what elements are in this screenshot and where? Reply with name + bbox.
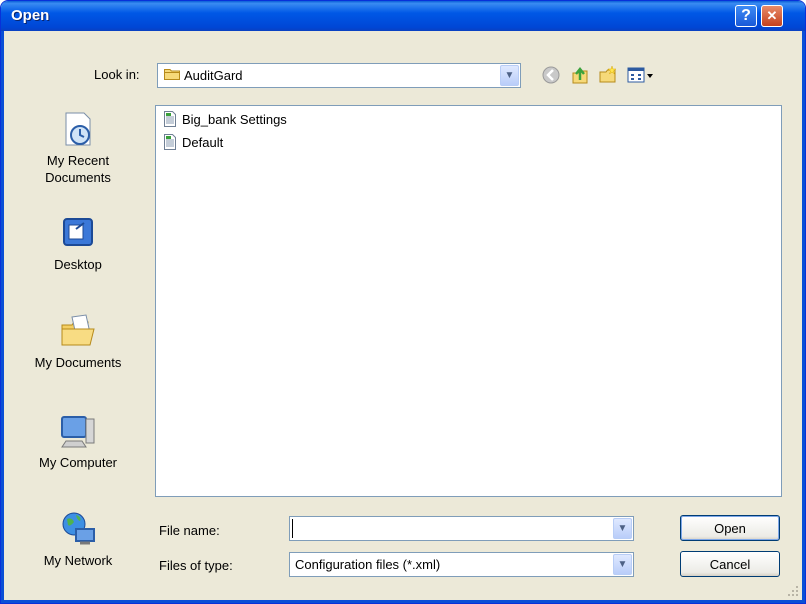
back-icon[interactable] bbox=[541, 65, 561, 85]
place-label: My Network bbox=[43, 553, 113, 568]
place-my-network[interactable]: My Network bbox=[11, 509, 145, 569]
place-my-documents[interactable]: My Documents bbox=[11, 311, 145, 371]
file-name: Default bbox=[182, 134, 224, 150]
place-label: Documents bbox=[45, 170, 111, 185]
xml-file-icon bbox=[164, 111, 176, 127]
views-menu-icon[interactable] bbox=[627, 65, 659, 85]
file-name-combo[interactable]: ▼ bbox=[289, 516, 634, 541]
place-my-recent-documents[interactable]: My Recent Documents bbox=[11, 109, 145, 186]
open-dialog: Open ? ✕ Look in: AuditGard ▼ My Recent … bbox=[0, 0, 806, 604]
file-type-dropdown-button[interactable]: ▼ bbox=[613, 554, 632, 575]
my-computer-icon bbox=[61, 416, 95, 448]
window-border-left bbox=[1, 31, 4, 603]
file-name-label: File name: bbox=[159, 523, 220, 538]
recent-documents-icon bbox=[65, 112, 91, 146]
file-type-select[interactable]: Configuration files (*.xml) ▼ bbox=[289, 552, 634, 577]
file-type-label: Files of type: bbox=[159, 558, 233, 573]
xml-file-icon bbox=[164, 134, 176, 150]
file-name-dropdown-button[interactable]: ▼ bbox=[613, 518, 632, 539]
look-in-dropdown[interactable]: AuditGard ▼ bbox=[157, 63, 521, 88]
desktop-icon bbox=[63, 218, 93, 246]
look-in-value: AuditGard bbox=[184, 68, 243, 83]
place-label: My Computer bbox=[38, 455, 118, 470]
chevron-down-icon: ▼ bbox=[617, 523, 628, 534]
close-icon: ✕ bbox=[766, 8, 778, 23]
look-in-dropdown-button[interactable]: ▼ bbox=[500, 65, 519, 86]
place-desktop[interactable]: Desktop bbox=[11, 213, 145, 273]
my-documents-icon bbox=[61, 314, 95, 346]
new-folder-icon[interactable] bbox=[598, 65, 618, 85]
list-item[interactable]: Default bbox=[162, 133, 223, 151]
window-border-bottom bbox=[1, 600, 805, 603]
file-type-value: Configuration files (*.xml) bbox=[295, 557, 441, 572]
look-in-label: Look in: bbox=[94, 67, 140, 82]
title-bar[interactable]: Open ? ✕ bbox=[1, 1, 805, 31]
file-name: Big_bank Settings bbox=[182, 111, 287, 127]
file-list[interactable]: Big_bank Settings Default bbox=[155, 105, 782, 497]
help-button[interactable]: ? bbox=[735, 5, 757, 27]
chevron-down-icon: ▼ bbox=[617, 559, 628, 570]
my-network-icon bbox=[62, 512, 95, 545]
window-border-right bbox=[802, 31, 805, 603]
resize-grip-icon[interactable] bbox=[787, 585, 799, 597]
file-name-input[interactable] bbox=[292, 519, 613, 538]
chevron-down-icon: ▼ bbox=[504, 70, 515, 81]
cancel-button[interactable]: Cancel bbox=[680, 551, 780, 577]
close-button[interactable]: ✕ bbox=[761, 5, 783, 27]
places-bar: My Recent Documents Desktop My Documents bbox=[11, 105, 145, 581]
place-label: My Recent bbox=[46, 153, 110, 168]
up-folder-icon[interactable] bbox=[570, 65, 590, 85]
open-button[interactable]: Open bbox=[680, 515, 780, 541]
place-my-computer[interactable]: My Computer bbox=[11, 411, 145, 471]
window-title: Open bbox=[11, 7, 50, 24]
place-label: My Documents bbox=[34, 355, 122, 370]
place-label: Desktop bbox=[54, 257, 102, 272]
list-item[interactable]: Big_bank Settings bbox=[162, 110, 287, 128]
folder-icon bbox=[164, 69, 180, 80]
